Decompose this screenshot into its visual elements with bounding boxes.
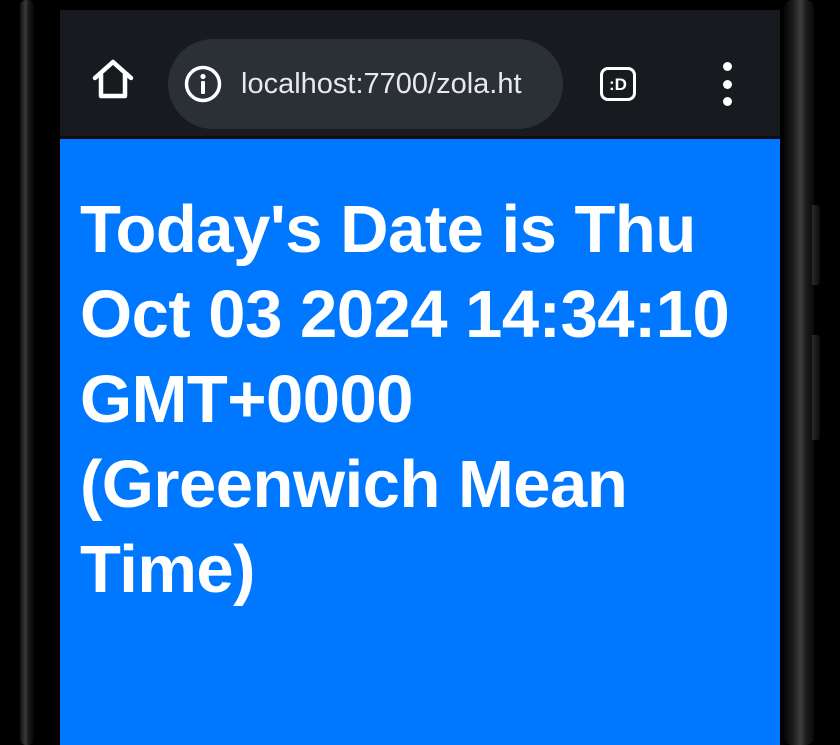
home-button[interactable] [88,54,138,104]
address-bar[interactable]: localhost:7700/zola.ht [168,39,563,129]
phone-frame: localhost:7700/zola.ht :D Today's Date i… [0,0,840,745]
info-icon[interactable] [183,64,223,104]
more-menu-button[interactable] [710,62,744,106]
phone-bezel-right [784,0,814,745]
tab-switcher-icon: :D [600,67,636,101]
browser-toolbar: localhost:7700/zola.ht :D [60,10,780,136]
phone-side-button-top [812,205,820,285]
phone-side-button-bottom [812,335,820,440]
home-icon [92,59,134,99]
phone-bezel-left [20,0,34,745]
status-bar [60,0,780,10]
url-text[interactable]: localhost:7700/zola.ht [241,68,563,101]
more-vert-icon [722,62,732,71]
phone-screen: localhost:7700/zola.ht :D Today's Date i… [60,0,780,745]
page-heading: Today's Date is Thu Oct 03 2024 14:34:10… [80,192,730,607]
web-page-content: Today's Date is Thu Oct 03 2024 14:34:10… [60,139,780,745]
tab-switcher-button[interactable]: :D [596,64,640,104]
